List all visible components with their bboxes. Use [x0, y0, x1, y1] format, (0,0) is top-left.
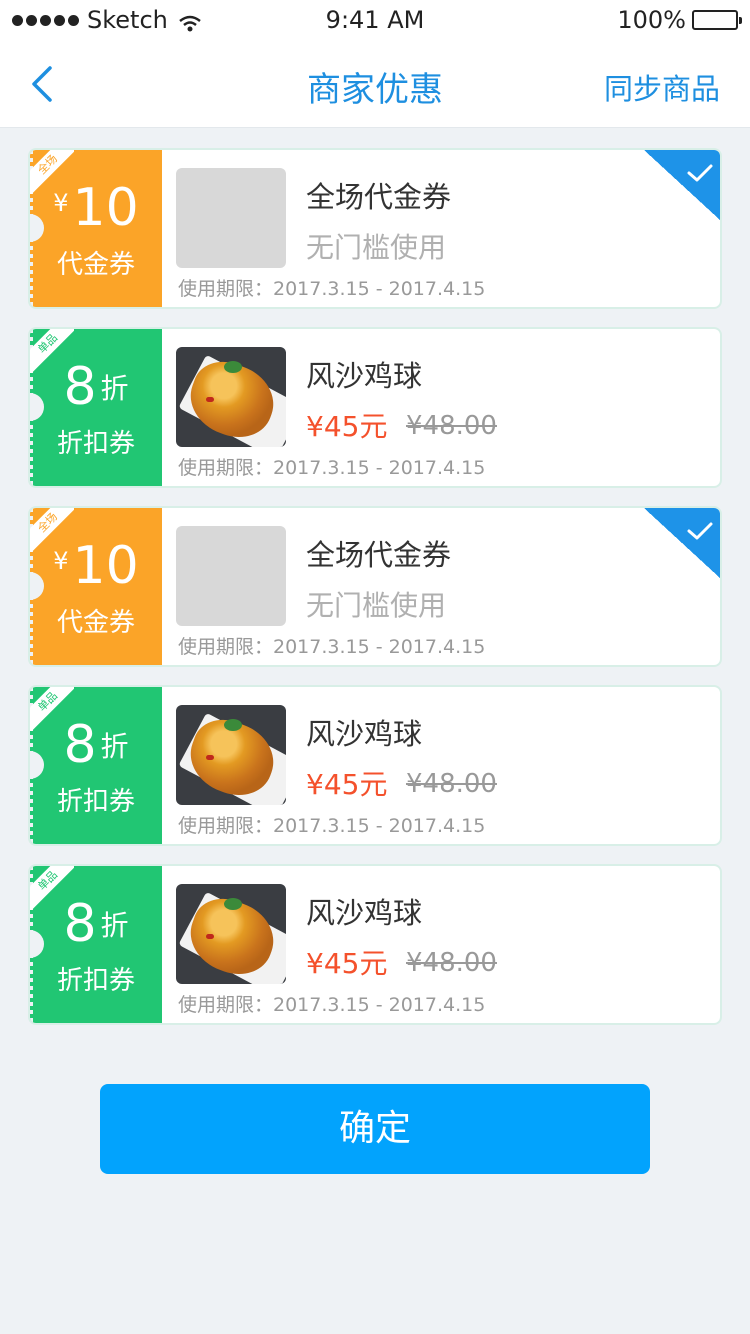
- selected-indicator: [644, 508, 720, 578]
- coupon-stub: 单品 8折 折扣券: [30, 329, 162, 486]
- battery-percent: 100%: [617, 6, 686, 34]
- coupon-card[interactable]: 全场 ¥10 代金券 全场代金券无门槛使用使用期限：2017.3.15 - 20…: [28, 148, 722, 309]
- coupon-value: ¥10: [30, 538, 162, 594]
- coupon-name: 全场代金券: [306, 538, 452, 572]
- coupon-card[interactable]: 单品 8折 折扣券 风沙鸡球 ¥45元 ¥48.00 使用期限：2017.3.15 -…: [28, 864, 722, 1025]
- validity-period: 使用期限：2017.3.15 - 2017.4.15: [178, 815, 486, 837]
- coupon-unit: 折: [100, 909, 129, 942]
- navbar: 商家优惠 同步商品: [0, 40, 750, 128]
- image-placeholder: [176, 168, 286, 268]
- status-bar: Sketch 9:41 AM 100%: [0, 0, 750, 40]
- check-icon: [687, 164, 713, 182]
- check-icon: [687, 522, 713, 540]
- original-price: ¥48.00: [406, 411, 497, 441]
- coupon-list: 全场 ¥10 代金券 全场代金券 无门槛使用 使用期限：2017.3.15 - 20…: [28, 148, 722, 1043]
- discount-price: ¥45元: [306, 768, 388, 801]
- discount-price: ¥45元: [306, 410, 388, 443]
- coupon-value: 8折: [30, 717, 162, 773]
- validity-period: 使用期限：2017.3.15 - 2017.4.15: [178, 278, 486, 300]
- sync-products-button[interactable]: 同步商品: [604, 66, 720, 108]
- confirm-button[interactable]: 确定: [100, 1084, 650, 1174]
- coupon-stub: 单品 8折 折扣券: [30, 687, 162, 844]
- coupon-value: 8折: [30, 896, 162, 952]
- battery-icon: [692, 10, 742, 30]
- coupon-unit: 折: [100, 730, 129, 763]
- coupon-type: 折扣券: [56, 787, 135, 817]
- coupon-type: 代金券: [56, 608, 135, 638]
- product-image: [176, 705, 286, 805]
- currency-symbol: ¥: [53, 547, 69, 575]
- coupon-unit: 折: [100, 372, 129, 405]
- coupon-value: 8折: [30, 359, 162, 415]
- coupon-card[interactable]: 单品 8折 折扣券 风沙鸡球 ¥45元 ¥48.00 使用期限：2017.3.15 -…: [28, 685, 722, 846]
- product-image: [176, 347, 286, 447]
- coupon-condition: 无门槛使用: [306, 589, 447, 622]
- coupon-name: 风沙鸡球: [306, 896, 423, 930]
- coupon-card[interactable]: 单品 8折 折扣券 风沙鸡球 ¥45元 ¥48.00 使用期限：2017.3.15 -…: [28, 327, 722, 488]
- coupon-type: 代金券: [56, 250, 135, 280]
- coupon-stub: 单品 8折 折扣券: [30, 866, 162, 1023]
- original-price: ¥48.00: [406, 948, 497, 978]
- coupon-type: 折扣券: [56, 429, 135, 459]
- battery: 100%: [617, 6, 742, 34]
- product-image: [176, 884, 286, 984]
- validity-period: 使用期限：2017.3.15 - 2017.4.15: [178, 457, 486, 479]
- coupon-amount: 8: [63, 894, 97, 954]
- discount-price: ¥45元: [306, 947, 388, 980]
- selected-indicator: [644, 150, 720, 220]
- coupon-amount: 10: [72, 536, 139, 596]
- image-placeholder: [176, 526, 286, 626]
- coupon-type: 折扣券: [56, 966, 135, 996]
- coupon-name: 风沙鸡球: [306, 717, 423, 751]
- coupon-name: 风沙鸡球: [306, 359, 423, 393]
- coupon-name: 全场代金券: [306, 180, 452, 214]
- coupon-card[interactable]: 全场 ¥10 代金券 全场代金券无门槛使用使用期限：2017.3.15 - 20…: [28, 506, 722, 667]
- coupon-amount: 10: [72, 178, 139, 238]
- coupon-stub: 全场 ¥10 代金券: [30, 508, 162, 665]
- original-price: ¥48.00: [406, 769, 497, 799]
- currency-symbol: ¥: [53, 189, 69, 217]
- coupon-value: ¥10: [30, 180, 162, 236]
- validity-period: 使用期限：2017.3.15 - 2017.4.15: [178, 636, 486, 658]
- coupon-condition: 无门槛使用: [306, 231, 447, 264]
- coupon-amount: 8: [63, 715, 97, 775]
- coupon-stub: 全场 ¥10 代金券: [30, 150, 162, 307]
- coupon-amount: 8: [63, 357, 97, 417]
- validity-period: 使用期限：2017.3.15 - 2017.4.15: [178, 994, 486, 1016]
